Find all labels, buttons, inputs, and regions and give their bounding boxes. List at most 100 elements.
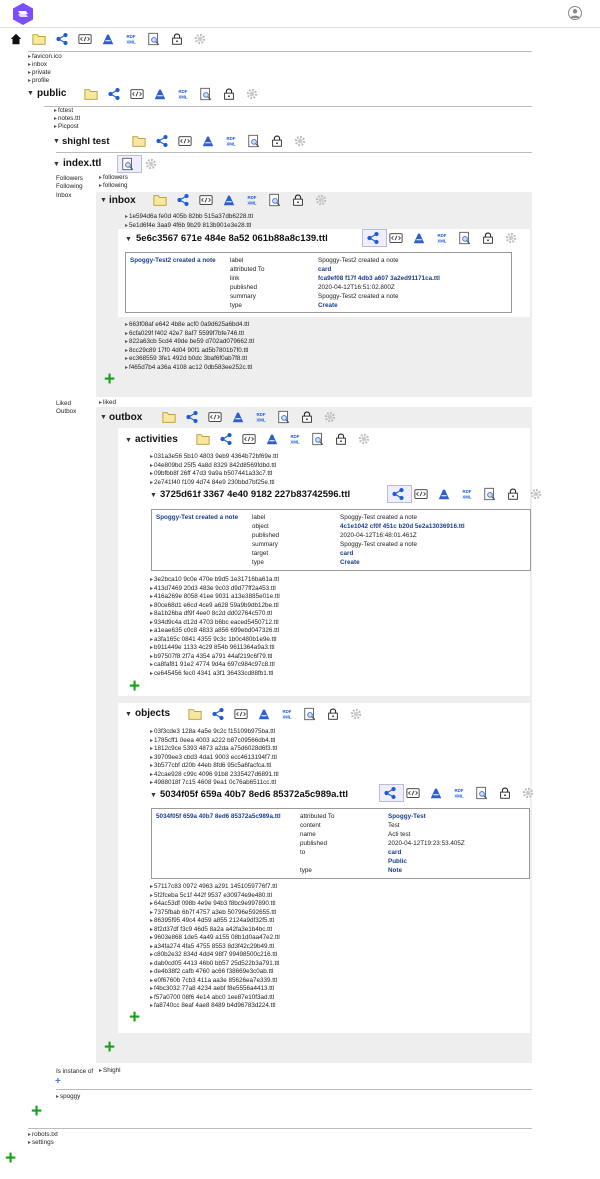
prop-value[interactable]: Public <box>388 858 407 865</box>
rdf-xml-icon[interactable]: RDF XML <box>251 409 274 425</box>
outbox-add-button[interactable]: + <box>104 1038 115 1057</box>
search-icon[interactable] <box>308 431 331 447</box>
file-link[interactable]: 64ac53df 098b 4e9e 94b3 f8bc9e997890.ttl <box>150 900 280 909</box>
share-icon[interactable] <box>52 31 75 47</box>
code-icon[interactable] <box>386 230 409 246</box>
prop-value[interactable]: fca9ef08 f17f 4db3 a607 3a2ed91171ca.ttl <box>318 275 440 282</box>
share-icon[interactable] <box>173 192 196 208</box>
inbox-add-button[interactable]: + <box>104 370 115 389</box>
folder-icon[interactable] <box>185 706 208 722</box>
edit-icon[interactable] <box>219 192 242 208</box>
file-link[interactable]: 8f2d37df f3c9 46d5 8a2a a42fa3e1b4bc.ttl <box>150 926 280 935</box>
search-icon[interactable] <box>455 230 478 246</box>
gear-icon[interactable] <box>320 409 343 425</box>
edit-icon[interactable] <box>426 785 449 801</box>
edit-icon[interactable] <box>409 230 432 246</box>
search-icon[interactable] <box>144 31 167 47</box>
search-icon[interactable] <box>265 192 288 208</box>
rdf-xml-icon[interactable]: RDF XML <box>173 86 196 102</box>
search-icon[interactable] <box>480 486 503 502</box>
prop-value[interactable]: Note <box>388 867 402 874</box>
share-icon[interactable] <box>387 485 412 503</box>
inbox-toggle[interactable]: ▼ <box>100 197 107 204</box>
rdf-xml-icon[interactable]: RDF XML <box>457 486 480 502</box>
object-item-toggle[interactable]: ▼ <box>150 792 157 799</box>
prop-value[interactable]: card <box>318 266 331 273</box>
file-link[interactable]: favicon.ico <box>28 53 62 61</box>
file-link[interactable]: 4988018f 7c15 4608 9ea1 0c76ab6511cc.ttl <box>150 779 279 788</box>
prop-value[interactable]: Create <box>318 302 338 309</box>
gear-icon[interactable] <box>141 156 164 172</box>
gear-icon[interactable] <box>526 486 549 502</box>
file-link[interactable]: fctest <box>54 107 73 115</box>
activity-item-subject[interactable]: Spoggy-Test created a note <box>156 514 238 521</box>
shighl-title[interactable]: shighl test <box>62 136 110 147</box>
folder-icon[interactable] <box>81 86 104 102</box>
code-icon[interactable] <box>231 706 254 722</box>
file-link[interactable]: 934d9c4a d12d 4703 b6bc eaced5450712.ttl <box>150 619 280 628</box>
file-link[interactable]: 7375fbab 6b7f 4757 a3eb 50796e592655.ttl <box>150 909 280 918</box>
lock-icon[interactable] <box>503 486 526 502</box>
edit-icon[interactable] <box>262 431 285 447</box>
prop-value[interactable]: card <box>340 550 353 557</box>
file-link[interactable]: ce645456 fec0 4341 a3f1 36433cd88fb1.ttl <box>150 670 280 679</box>
file-link[interactable]: ca8faf81 91e2 4774 9d4a 697c984c97c8.ttl <box>150 661 280 670</box>
file-link[interactable]: robots.txt <box>28 1131 58 1139</box>
file-link[interactable]: 822a63cb 5cd4 49de be59 d702ad079662.ttl <box>125 338 254 347</box>
object-item-subject[interactable]: 5034f05f 659a 40b7 8ed6 85372a5c989a.ttl <box>156 813 281 820</box>
file-link[interactable]: a34fa274 4fa5 4755 8553 8d3f42c29b49.ttl <box>150 943 280 952</box>
code-icon[interactable] <box>127 86 150 102</box>
file-link[interactable]: settings <box>28 1139 54 1147</box>
gear-icon[interactable] <box>190 31 213 47</box>
file-link[interactable]: 1812c9ce 5393 4873 a2da a75d6028d6f3.ttl <box>150 745 279 754</box>
search-icon[interactable] <box>300 706 323 722</box>
file-link[interactable]: c80b2e32 834d 4dd4 98f7 99498500c216.ttl <box>150 951 280 960</box>
lock-icon[interactable] <box>297 409 320 425</box>
rdf-xml-icon[interactable]: RDF XML <box>242 192 265 208</box>
file-link[interactable]: de4b38f2 cafb 4760 ac66 f38669e3c0ab.ttl <box>150 968 280 977</box>
activities-title[interactable]: activities <box>135 434 178 445</box>
file-link[interactable]: 663f08af e642 4b8e acf0 0a9d625a6bd4.ttl <box>125 321 254 330</box>
share-icon[interactable] <box>152 133 175 149</box>
gear-icon[interactable] <box>311 192 334 208</box>
file-link[interactable]: e0f6760b 7cb3 411a aa3e 85626ea7e339.ttl <box>150 977 280 986</box>
avatar[interactable] <box>568 6 582 20</box>
file-link[interactable]: ec368559 3fe1 492d b0dc 3baf6f0ab7f8.ttl <box>125 355 254 364</box>
share-icon[interactable] <box>362 229 387 247</box>
outbox-toggle[interactable]: ▼ <box>100 414 107 421</box>
file-link[interactable]: 57117c83 0972 4963 a291 1451059776f7.ttl <box>150 883 280 892</box>
code-icon[interactable] <box>175 133 198 149</box>
folder-icon[interactable] <box>29 31 52 47</box>
edit-icon[interactable] <box>198 133 221 149</box>
lock-icon[interactable] <box>323 706 346 722</box>
lock-icon[interactable] <box>478 230 501 246</box>
gear-icon[interactable] <box>242 86 265 102</box>
following-link[interactable]: following <box>99 182 128 190</box>
lock-icon[interactable] <box>219 86 242 102</box>
file-link[interactable]: a3fa165c 0841 4355 9c3c 1b0c480b1e9e.ttl <box>150 636 280 645</box>
inbox-item-toggle[interactable]: ▼ <box>125 236 132 243</box>
shighl-toggle[interactable]: ▼ <box>53 138 60 145</box>
search-icon[interactable] <box>196 86 219 102</box>
edit-icon[interactable] <box>434 486 457 502</box>
activities-add-button[interactable]: + <box>129 677 140 696</box>
search-icon[interactable] <box>274 409 297 425</box>
file-link[interactable]: 3b577cbf d20b 44eb 8fd6 95c5a6facfca.ttl <box>150 762 279 771</box>
code-icon[interactable] <box>196 192 219 208</box>
gear-icon[interactable] <box>354 431 377 447</box>
share-icon[interactable] <box>182 409 205 425</box>
instance-add-button[interactable]: + <box>55 1076 61 1087</box>
file-link[interactable]: 9603e868 1de5 4a49 a155 08b1d0aa47e2.ttl <box>150 934 280 943</box>
gear-icon[interactable] <box>518 785 541 801</box>
gear-icon[interactable] <box>290 133 313 149</box>
file-link[interactable]: 86395f95 49c4 4d59 a855 2124a9df32f5.ttl <box>150 917 280 926</box>
file-link[interactable]: 416a269e 8058 41ee 9031 a13e3885e01e.ttl <box>150 593 280 602</box>
outbox-title[interactable]: outbox <box>109 412 142 423</box>
file-link[interactable]: b97507f8 2f7a 4354 a791 44af219c6f79.ttl <box>150 653 280 662</box>
share-icon[interactable] <box>379 784 404 802</box>
objects-toggle[interactable]: ▼ <box>125 711 132 718</box>
rdf-xml-icon[interactable]: RDF XML <box>277 706 300 722</box>
file-link[interactable]: 8a1b26ba df9f 4ee0 8c2d dd02764c570.ttl <box>150 610 280 619</box>
liked-link[interactable]: liked <box>99 399 116 407</box>
objects-add-button[interactable]: + <box>129 1008 140 1027</box>
